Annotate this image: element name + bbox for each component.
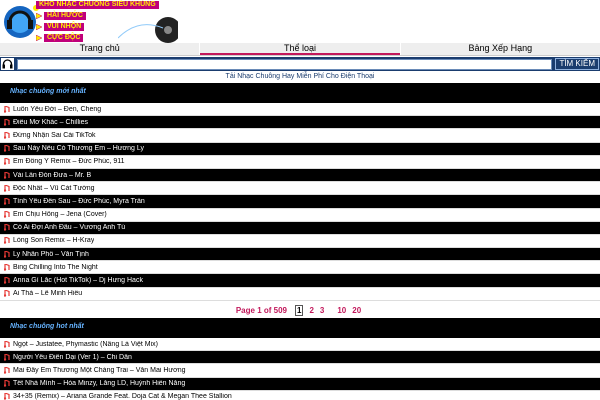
ringtone-icon xyxy=(4,131,10,139)
section-heading-hot: Nhạc chuông hot nhất xyxy=(0,318,600,338)
ringtone-title: Ly Nhân Phố – Văn Tịnh xyxy=(13,250,89,258)
list-item[interactable]: Đừng Nhận Sai Cái TikTok xyxy=(0,129,600,143)
ringtone-title: Tình Yêu Đến Sau – Đức Phúc, Myra Trần xyxy=(13,197,145,205)
ringtone-title: Đừng Nhận Sai Cái TikTok xyxy=(13,131,96,139)
list-item[interactable]: 34+35 (Remix) – Ariana Grande Feat. Doja… xyxy=(0,390,600,400)
header-menu-item-hai-huoc[interactable]: HÀI HƯỚC xyxy=(36,11,86,21)
list-item[interactable]: Bing Chilling Into The Night xyxy=(0,261,600,275)
ringtone-title: Độc Nhất – Vũ Cát Tường xyxy=(13,184,95,192)
ringtone-title: Có Ai Đợi Anh Đâu – Vương Anh Tú xyxy=(13,224,126,232)
ringtone-icon xyxy=(4,224,10,231)
page-link-1[interactable]: 1 xyxy=(294,304,304,316)
ringtone-title: Sau Này Nếu Có Thương Em – Hương Ly xyxy=(13,145,145,153)
ringtone-icon xyxy=(4,393,10,400)
list-item[interactable]: Người Yêu Điên Dại (Ver 1) – Chi Dân xyxy=(0,351,600,365)
list-item[interactable]: Độc Nhất – Vũ Cát Tường xyxy=(0,182,600,196)
ringtone-list-hot: Ngọt – Justatee, Phymastic (Nâng Là Việt… xyxy=(0,338,600,400)
section-heading-text: Nhạc chuông mới nhất xyxy=(10,88,86,95)
vinyl-record-icon xyxy=(118,17,178,43)
list-item[interactable]: Anna Gì Lắc (Hot TikTok) – Dj Hưng Hack xyxy=(0,274,600,288)
ringtone-icon xyxy=(4,353,10,361)
header-menu-label: CỰC ĐỘC xyxy=(44,34,84,42)
arrow-right-icon xyxy=(36,35,42,41)
search-bar: TÌM KIẾM xyxy=(0,57,600,71)
page-link-10[interactable]: 10 xyxy=(337,306,346,315)
ringtone-icon xyxy=(4,118,10,126)
list-item[interactable]: Tết Nhà Mình – Hòa Minzy, Lăng LD, Huỳnh… xyxy=(0,377,600,391)
section-heading-new: Nhạc chuông mới nhất xyxy=(0,83,600,103)
ringtone-icon xyxy=(4,290,10,297)
header-menu-item-vui-nhon[interactable]: VUI NHỘN xyxy=(36,22,86,32)
ringtone-title: Bing Chilling Into The Night xyxy=(13,263,98,271)
ringtone-icon xyxy=(4,263,10,271)
ringtone-title: Mai Đây Em Thương Một Chàng Trai – Văn M… xyxy=(13,366,186,374)
ringtone-title: Em Đồng Ý Remix – Đức Phúc, 911 xyxy=(13,158,125,166)
ringtone-title: Vài Lần Đón Đưa – Mr. B xyxy=(13,171,92,179)
search-button[interactable]: TÌM KIẾM xyxy=(555,58,599,70)
list-item[interactable]: Có Ai Đợi Anh Đâu – Vương Anh Tú xyxy=(0,221,600,235)
header-menu-item-cuc-doc[interactable]: CỰC ĐỘC xyxy=(36,33,86,43)
page-subtitle: Tải Nhạc Chuông Hay Miễn Phí Cho Điện Th… xyxy=(225,73,375,80)
ringtone-icon xyxy=(4,250,10,258)
ringtone-title: Điều Mơ Khác – Chillies xyxy=(13,118,89,126)
list-item[interactable]: Mai Đây Em Thương Một Chàng Trai – Văn M… xyxy=(0,364,600,378)
list-item[interactable]: Tình Yêu Đến Sau – Đức Phúc, Myra Trần xyxy=(0,195,600,209)
pagination: Page 1 of 509 1 2 3 10 20 xyxy=(0,303,600,317)
list-item[interactable]: Em Chịu Hông – Jena (Cover) xyxy=(0,208,600,222)
ringtone-title: 34+35 (Remix) – Ariana Grande Feat. Doja… xyxy=(13,393,232,400)
ringtone-icon xyxy=(4,105,10,113)
ringtone-title: Người Yêu Điên Dại (Ver 1) – Chi Dân xyxy=(13,353,132,361)
list-item[interactable]: Em Đồng Ý Remix – Đức Phúc, 911 xyxy=(0,155,600,169)
ringtone-icon xyxy=(4,211,10,218)
page-link-2[interactable]: 2 xyxy=(309,306,313,315)
ringtone-icon xyxy=(4,380,10,387)
arrow-right-icon xyxy=(36,24,42,30)
list-item[interactable]: Ly Nhân Phố – Văn Tịnh xyxy=(0,248,600,262)
ringtone-icon xyxy=(4,197,10,205)
ringtone-list-new: Luôn Yêu Đời – Đen, Cheng Điều Mơ Khác – … xyxy=(0,103,600,301)
ringtone-title: Luôn Yêu Đời – Đen, Cheng xyxy=(13,105,102,113)
ringtone-title: Lòng Son Remix – H-Kray xyxy=(13,237,95,245)
list-item[interactable]: Vài Lần Đón Đưa – Mr. B xyxy=(0,168,600,183)
tab-bang-xep-hang[interactable]: Bảng Xếp Hạng xyxy=(401,43,600,55)
header-menu-label: VUI NHỘN xyxy=(44,23,85,31)
page-link-20[interactable]: 20 xyxy=(352,306,361,315)
ringtone-icon xyxy=(4,340,10,348)
ringtone-icon xyxy=(4,171,10,179)
ringtone-title: Tết Nhà Mình – Hòa Minzy, Lăng LD, Huỳnh… xyxy=(13,380,186,388)
search-input[interactable] xyxy=(17,58,553,70)
ringtone-icon xyxy=(4,184,10,192)
ringtone-title: Em Chịu Hông – Jena (Cover) xyxy=(13,211,107,219)
ringtone-title: Ngọt – Justatee, Phymastic (Nâng Là Việt… xyxy=(13,340,158,348)
ringtone-icon xyxy=(4,366,10,374)
ringtone-icon xyxy=(4,277,10,284)
ringtone-title: Ai Thả – Lê Minh Hiếu xyxy=(13,290,83,298)
tab-trang-chu[interactable]: Trang chủ xyxy=(0,43,199,55)
list-item[interactable]: Ngọt – Justatee, Phymastic (Nâng Là Việt… xyxy=(0,338,600,352)
list-item[interactable]: Lòng Son Remix – H-Kray xyxy=(0,234,600,249)
arrow-right-icon xyxy=(36,13,42,19)
ringtone-icon xyxy=(4,145,10,152)
headphone-icon xyxy=(1,58,14,70)
list-item[interactable]: Điều Mơ Khác – Chillies xyxy=(0,116,600,130)
list-item[interactable]: Luôn Yêu Đời – Đen, Cheng xyxy=(0,103,600,117)
section-heading-text: Nhạc chuông hot nhất xyxy=(10,323,84,330)
ringtone-title: Anna Gì Lắc (Hot TikTok) – Dj Hưng Hack xyxy=(13,277,143,285)
pagination-label: Page 1 of 509 xyxy=(235,305,287,315)
list-item[interactable]: Ai Thả – Lê Minh Hiếu xyxy=(0,287,600,301)
list-item[interactable]: Sau Này Nếu Có Thương Em – Hương Ly xyxy=(0,142,600,156)
site-header: KHO NHẠC CHUÔNG SIÊU KHỦNG HÀI HƯỚC VUI … xyxy=(0,0,600,43)
ringtone-icon xyxy=(4,237,10,245)
header-menu-label: HÀI HƯỚC xyxy=(44,12,86,20)
page-link-3[interactable]: 3 xyxy=(320,306,324,315)
tab-the-loai[interactable]: Thể loại xyxy=(200,43,400,55)
header-menu: HÀI HƯỚC VUI NHỘN CỰC ĐỘC xyxy=(36,11,86,44)
main-nav: Trang chủ Thể loại Bảng Xếp Hạng xyxy=(0,43,600,56)
ringtone-icon xyxy=(4,158,10,166)
